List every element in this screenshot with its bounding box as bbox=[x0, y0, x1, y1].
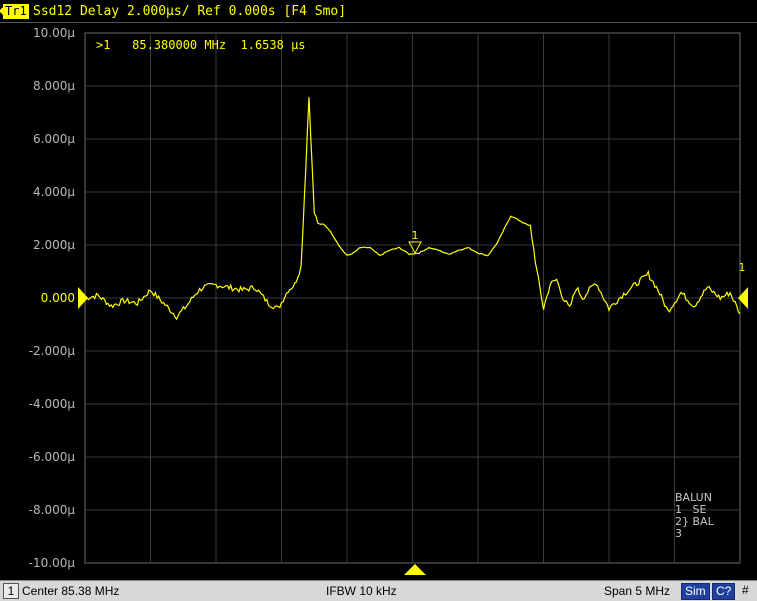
balun-line-3: 3 bbox=[675, 527, 682, 540]
plot-area[interactable]: 10.00µ 8.000µ 6.000µ 4.000µ 2.000µ 0.000… bbox=[0, 0, 757, 580]
y-tick-label: -6.000µ bbox=[29, 450, 76, 464]
y-tick-label: 2.000µ bbox=[33, 238, 75, 252]
center-position-marker bbox=[404, 564, 426, 575]
balun-bal-label: } BAL bbox=[682, 515, 714, 528]
y-tick-label: -10.00µ bbox=[29, 556, 76, 570]
marker-edge-label: 1 bbox=[739, 261, 746, 274]
channel-number[interactable]: 1 bbox=[3, 583, 19, 599]
y-tick-label: -2.000µ bbox=[29, 344, 76, 358]
y-tick-label: 8.000µ bbox=[33, 79, 75, 93]
y-tick-label: -4.000µ bbox=[29, 397, 76, 411]
y-tick-label: 10.00µ bbox=[33, 26, 75, 40]
y-axis-labels: 10.00µ 8.000µ 6.000µ 4.000µ 2.000µ 0.000… bbox=[29, 26, 76, 570]
marker-triangle-icon[interactable] bbox=[408, 241, 422, 255]
hash-indicator[interactable]: # bbox=[742, 583, 749, 597]
y-tick-label: 4.000µ bbox=[33, 185, 75, 199]
marker-readout: >1 85.380000 MHz 1.6538 µs bbox=[96, 38, 306, 52]
span-value[interactable]: Span 5 MHz bbox=[604, 584, 670, 598]
vna-screen: Tr1 Ssd12 Delay 2.000µs/ Ref 0.000s [F4 … bbox=[0, 0, 757, 601]
balun-panel: BALUN 1 SE 2} BAL 3 bbox=[675, 492, 714, 540]
y-tick-label: 6.000µ bbox=[33, 132, 75, 146]
sim-button[interactable]: Sim bbox=[681, 583, 710, 600]
marker-label: 1 bbox=[412, 229, 419, 242]
status-bar: 1 Center 85.38 MHz IFBW 10 kHz Span 5 MH… bbox=[0, 580, 757, 601]
ifbw-value[interactable]: IFBW 10 kHz bbox=[326, 584, 397, 598]
cal-status-button[interactable]: C? bbox=[712, 583, 736, 600]
y-tick-label-reference: 0.000 bbox=[41, 291, 75, 305]
center-frequency[interactable]: Center 85.38 MHz bbox=[22, 584, 119, 598]
grid-lines bbox=[85, 33, 740, 563]
y-tick-label: -8.000µ bbox=[29, 503, 76, 517]
